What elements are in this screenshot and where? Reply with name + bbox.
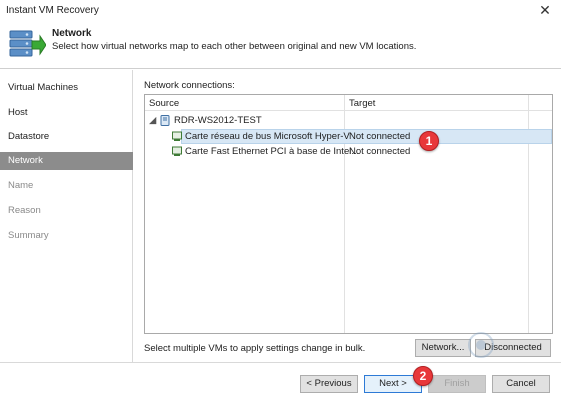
adapter-target: Not connected — [349, 131, 411, 142]
adapter-target: Not connected — [349, 146, 411, 157]
vm-name: RDR-WS2012-TEST — [174, 115, 262, 126]
previous-button[interactable]: < Previous — [300, 375, 358, 393]
wizard-steps: Virtual Machines Host Datastore Network … — [0, 70, 133, 362]
wizard-footer: < Previous Next > Finish Cancel — [0, 362, 561, 400]
cancel-button[interactable]: Cancel — [492, 375, 550, 393]
network-connections-label: Network connections: — [144, 80, 235, 91]
vm-icon — [160, 115, 170, 126]
window-title: Instant VM Recovery — [6, 5, 99, 16]
server-network-icon — [9, 30, 46, 57]
network-panel: Network connections: Source Target ◢ RDR… — [134, 70, 561, 362]
step-summary[interactable]: Summary — [0, 227, 133, 245]
title-bar: Instant VM Recovery ✕ — [0, 0, 561, 21]
adapter-source: Carte réseau de bus Microsoft Hyper-V — [185, 131, 350, 142]
close-icon[interactable]: ✕ — [537, 2, 553, 18]
vm-row[interactable]: ◢ RDR-WS2012-TEST — [145, 113, 552, 128]
finish-button: Finish — [428, 375, 486, 393]
network-connections-grid[interactable]: Source Target ◢ RDR-WS2012-TEST Carte ré… — [144, 94, 553, 334]
wizard-header: Network Select how virtual networks map … — [0, 21, 561, 69]
adapter-row[interactable]: Carte réseau de bus Microsoft Hyper-V No… — [145, 129, 552, 144]
column-source[interactable]: Source — [149, 98, 179, 109]
page-title: Network — [52, 28, 92, 39]
step-datastore[interactable]: Datastore — [0, 128, 133, 146]
watermark-logo-icon — [468, 332, 494, 358]
column-target[interactable]: Target — [349, 98, 375, 109]
grid-header: Source Target — [145, 95, 552, 111]
step-reason[interactable]: Reason — [0, 202, 133, 220]
network-adapter-icon — [172, 146, 182, 156]
network-adapter-icon — [172, 131, 182, 141]
step-name[interactable]: Name — [0, 177, 133, 195]
callout-badge-1: 1 — [419, 131, 439, 151]
adapter-row[interactable]: Carte Fast Ethernet PCI à base de Intel.… — [145, 144, 552, 159]
step-network[interactable]: Network — [0, 152, 133, 170]
page-description: Select how virtual networks map to each … — [52, 41, 417, 52]
collapse-icon[interactable]: ◢ — [149, 115, 156, 126]
callout-badge-2: 2 — [413, 366, 433, 386]
bulk-hint: Select multiple VMs to apply settings ch… — [144, 343, 366, 354]
step-virtual-machines[interactable]: Virtual Machines — [0, 79, 133, 97]
step-host[interactable]: Host — [0, 104, 133, 122]
adapter-source: Carte Fast Ethernet PCI à base de Intel.… — [185, 146, 360, 157]
